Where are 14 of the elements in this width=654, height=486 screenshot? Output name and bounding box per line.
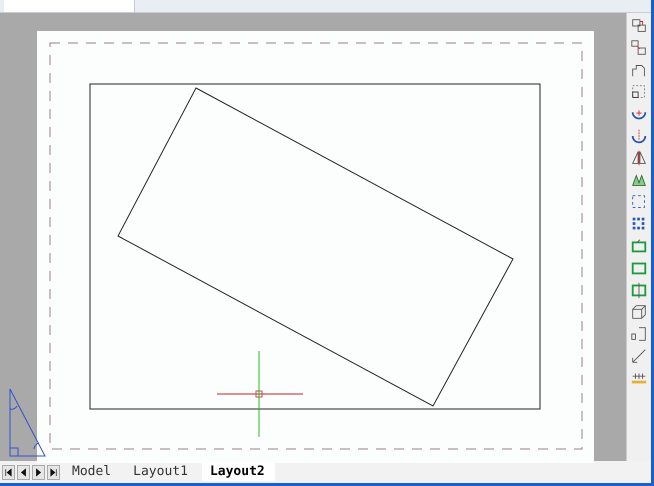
first-icon[interactable]: [2, 464, 15, 480]
previous-icon[interactable]: [17, 464, 30, 480]
squares-icon[interactable]: [630, 17, 648, 35]
cube-icon[interactable]: [630, 303, 648, 321]
arc-icon[interactable]: [630, 127, 648, 145]
ucs-icon: [10, 388, 46, 456]
squares-icon[interactable]: [630, 39, 648, 57]
last-icon[interactable]: [47, 464, 60, 480]
next-icon[interactable]: [32, 464, 45, 480]
layout-tab[interactable]: Layout2: [202, 463, 275, 481]
dotted-square-icon[interactable]: [630, 83, 648, 101]
rectangle-icon[interactable]: [630, 281, 648, 299]
grid-icon[interactable]: [630, 193, 648, 211]
rectangle-icon[interactable]: [630, 237, 648, 255]
